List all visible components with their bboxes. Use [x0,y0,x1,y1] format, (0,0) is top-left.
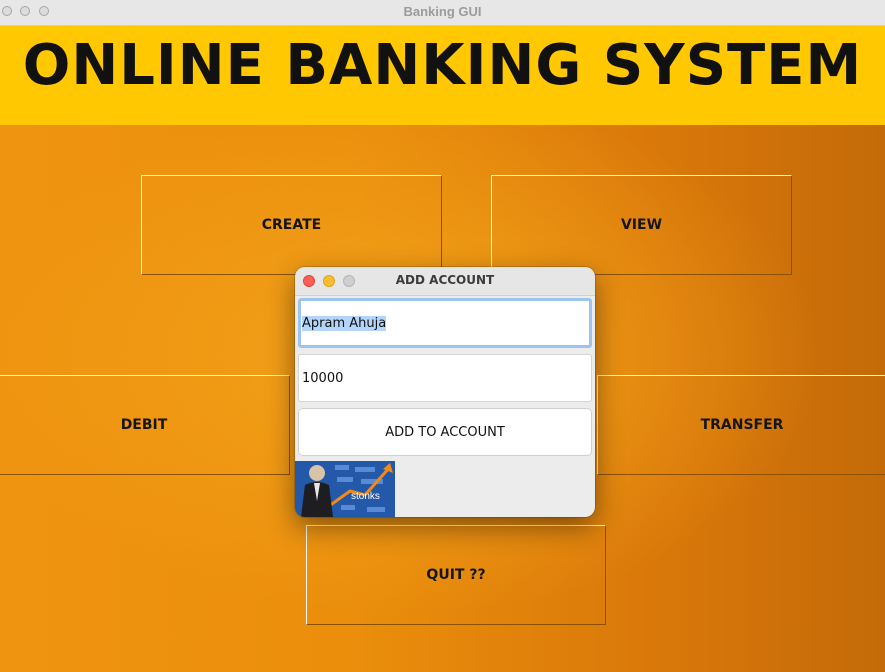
window-titlebar: Banking GUI [0,0,885,26]
header-banner: ONLINE BANKING SYSTEM [0,26,885,125]
add-to-account-button[interactable]: ADD TO ACCOUNT [298,408,592,456]
add-account-dialog: ADD ACCOUNT Apram Ahuja 10000 ADD TO ACC… [295,267,595,517]
dialog-titlebar: ADD ACCOUNT [295,267,595,296]
view-button[interactable]: VIEW [491,175,792,275]
stonks-caption: stonks [351,491,380,502]
banner-title: ONLINE BANKING SYSTEM [22,33,863,98]
dialog-title: ADD ACCOUNT [395,273,495,287]
account-name-value: Apram Ahuja [302,315,387,331]
transfer-button[interactable]: TRANSFER [597,375,885,475]
window-title: Banking GUI [403,4,482,19]
stonks-illustration [295,461,395,517]
account-name-input[interactable]: Apram Ahuja [298,298,592,348]
stonks-image: stonks [295,461,395,517]
quit-button[interactable]: QUIT ?? [306,525,606,625]
amount-input[interactable]: 10000 [298,354,592,402]
debit-button[interactable]: DEBIT [0,375,290,475]
create-button[interactable]: CREATE [141,175,442,275]
amount-value: 10000 [302,370,344,386]
